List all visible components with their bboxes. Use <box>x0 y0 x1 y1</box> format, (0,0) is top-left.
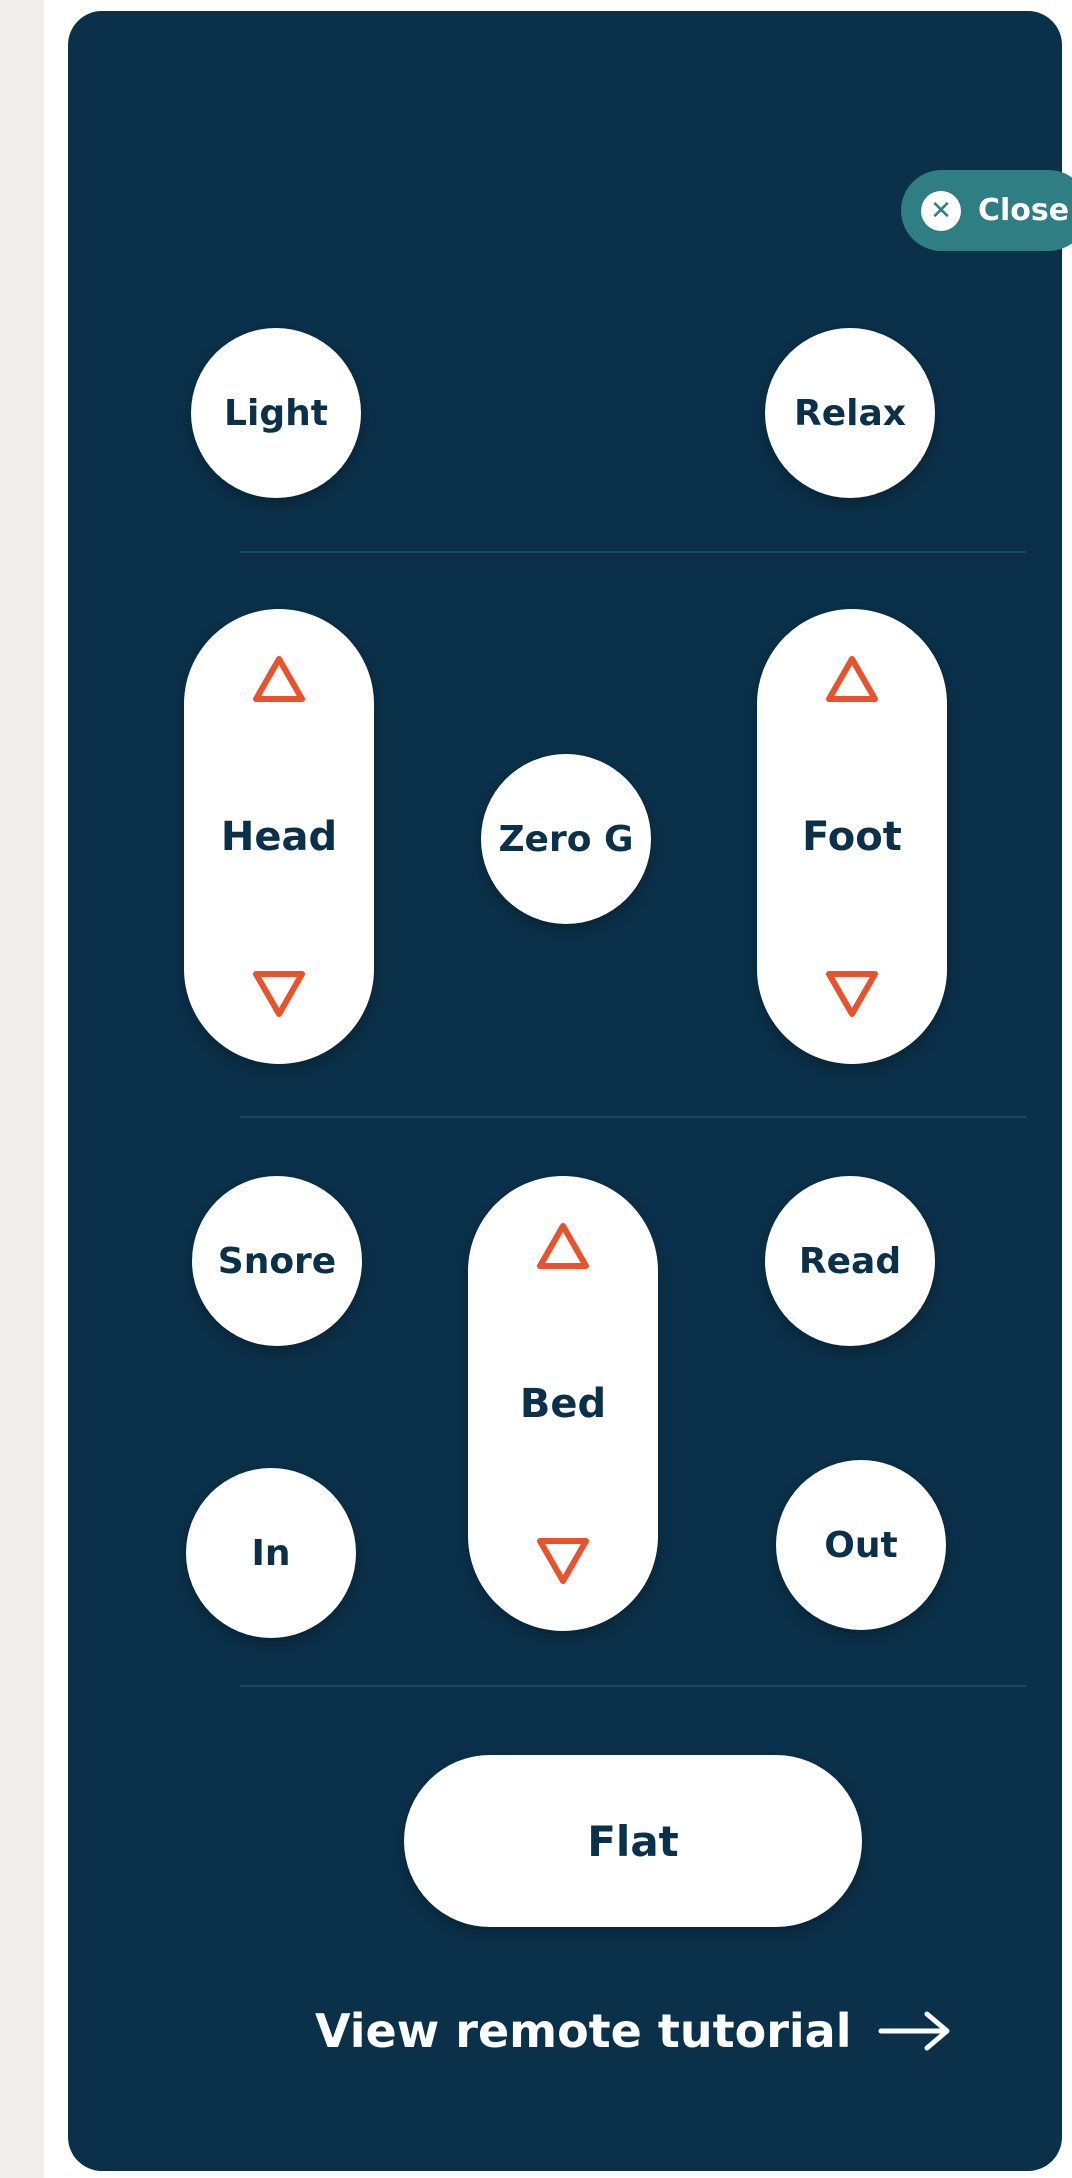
out-label: Out <box>824 1524 898 1566</box>
triangle-up-icon <box>826 656 878 702</box>
zero-g-label: Zero G <box>498 818 634 860</box>
in-label: In <box>251 1532 291 1574</box>
arrow-right-icon <box>877 2009 953 2053</box>
bed-up-button[interactable] <box>535 1218 591 1274</box>
in-button[interactable]: In <box>186 1468 356 1638</box>
light-label: Light <box>224 392 328 434</box>
head-down-button[interactable] <box>251 966 307 1022</box>
divider-middle <box>240 1116 1026 1118</box>
foot-control: Foot <box>757 609 947 1064</box>
relax-label: Relax <box>794 392 906 434</box>
read-label: Read <box>798 1240 902 1282</box>
snore-button[interactable]: Snore <box>192 1176 362 1346</box>
foot-down-button[interactable] <box>824 966 880 1022</box>
foot-label: Foot <box>802 813 902 860</box>
view-remote-tutorial-link[interactable]: View remote tutorial <box>315 2001 953 2061</box>
close-label: Close <box>978 193 1070 228</box>
close-icon: ✕ <box>921 190 961 231</box>
relax-button[interactable]: Relax <box>765 328 935 498</box>
foot-up-button[interactable] <box>824 651 880 707</box>
zero-g-button[interactable]: Zero G <box>481 754 651 924</box>
out-button[interactable]: Out <box>776 1460 946 1630</box>
close-button[interactable]: ✕ Close <box>901 170 1072 251</box>
tutorial-label: View remote tutorial <box>315 2004 852 2058</box>
divider-bottom <box>240 1685 1026 1687</box>
flat-button[interactable]: Flat <box>404 1755 862 1927</box>
bed-down-button[interactable] <box>535 1533 591 1589</box>
bed-label: Bed <box>519 1380 607 1427</box>
divider-top <box>240 551 1026 553</box>
read-button[interactable]: Read <box>765 1176 935 1346</box>
head-up-button[interactable] <box>251 651 307 707</box>
bed-control: Bed <box>468 1176 658 1631</box>
triangle-up-icon <box>537 1223 589 1269</box>
triangle-down-icon <box>253 971 305 1017</box>
triangle-up-icon <box>253 656 305 702</box>
light-button[interactable]: Light <box>191 328 361 498</box>
snore-label: Snore <box>217 1240 337 1282</box>
remote-panel: ✕ Close Light Relax Head Zero G Foot Sno… <box>68 11 1072 2171</box>
triangle-down-icon <box>537 1538 589 1584</box>
triangle-down-icon <box>826 971 878 1017</box>
head-label: Head <box>220 813 338 860</box>
flat-label: Flat <box>587 1816 679 1866</box>
head-control: Head <box>184 609 374 1064</box>
